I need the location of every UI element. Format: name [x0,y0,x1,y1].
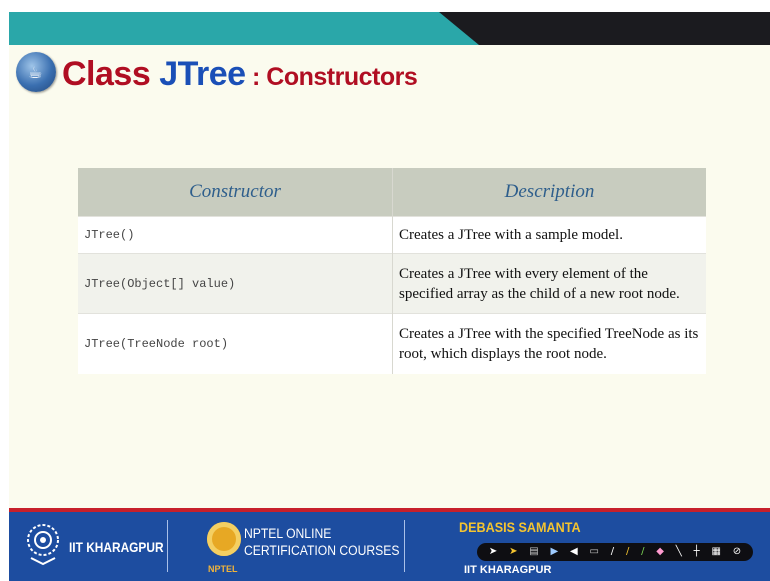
select-icon[interactable]: ▶ [551,547,559,557]
nptel-small-label: NPTEL [208,564,238,574]
pointer-icon[interactable]: ➤ [489,547,497,557]
slide-title: Class JTree : Constructors [62,52,418,96]
nptel-logo-icon [207,522,241,556]
footer-institute: IIT KHARAGPUR [69,539,164,555]
footer-divider [167,520,168,572]
marker-icon[interactable]: / [641,547,644,557]
eraser-icon[interactable]: ◆ [656,547,664,557]
footer-divider [404,520,405,572]
header-constructor: Constructor [78,168,393,217]
footer: IIT KHARAGPUR NPTEL NPTEL ONLINE CERTIFI… [9,508,770,581]
nptel-course-label: NPTEL ONLINE CERTIFICATION COURSES [244,525,399,559]
hand-icon[interactable]: ➤ [509,547,517,557]
table-row: JTree(TreeNode root) Creates a JTree wit… [78,313,706,374]
description-cell: Creates a JTree with the specified TreeN… [392,313,706,374]
constructor-cell: JTree(TreeNode root) [78,313,393,374]
header-description: Description [392,168,706,217]
top-band-dark [439,12,770,45]
java-cup-icon: ☕ [16,52,56,92]
nptel-line-2: CERTIFICATION COURSES [244,543,400,558]
clear-icon[interactable]: ⊘ [733,547,741,557]
nptel-line-1: NPTEL ONLINE [244,526,332,541]
line-icon[interactable]: ╲ [676,547,682,557]
table-row: JTree() Creates a JTree with a sample mo… [78,216,706,254]
arrow-icon[interactable]: ◀ [570,547,578,557]
iit-emblem-icon [27,524,59,566]
title-class: Class [62,55,160,93]
top-strip [0,0,770,12]
comment-icon[interactable]: ▭ [590,547,599,557]
pen-icon[interactable]: / [611,547,614,557]
constructor-cell: JTree() [78,216,393,254]
description-cell: Creates a JTree with a sample model. [392,216,706,254]
constructor-cell: JTree(Object[] value) [78,253,393,314]
table-header-row: Constructor Description [78,168,706,217]
highlighter-icon[interactable]: / [626,547,629,557]
description-cell: Creates a JTree with every element of th… [392,253,706,314]
cursor-icon[interactable]: ┼ [694,547,700,557]
table-row: JTree(Object[] value) Creates a JTree wi… [78,253,706,314]
title-jtree: JTree [159,55,246,93]
page-icon[interactable]: ▤ [529,547,538,557]
footer-red-line [9,508,770,512]
presenter-name: DEBASIS SAMANTA [459,519,581,535]
presenter-institute: IIT KHARAGPUR [464,564,552,576]
grid-icon[interactable]: ▦ [711,547,720,557]
constructor-table: Constructor Description JTree() Creates … [78,168,706,374]
annotation-toolbar[interactable]: ➤ ➤ ▤ ▶ ◀ ▭ / / / ◆ ╲ ┼ ▦ ⊘ [477,543,753,561]
title-constructors: : Constructors [245,63,418,91]
